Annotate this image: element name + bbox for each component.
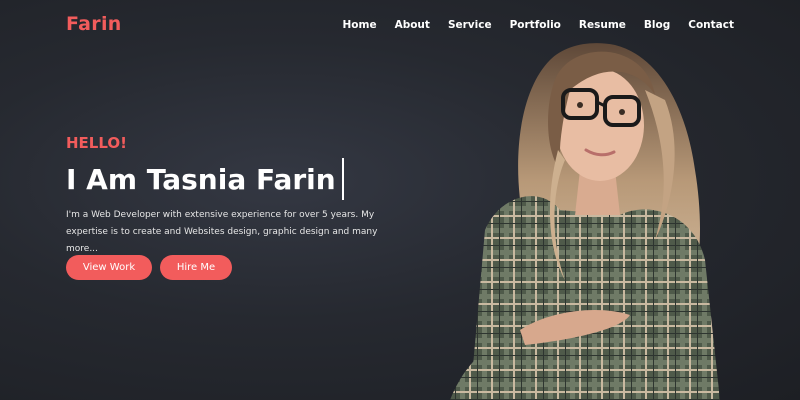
nav-service[interactable]: Service — [448, 19, 492, 31]
greeting-text: HELLO! — [66, 134, 127, 152]
nav-portfolio[interactable]: Portfolio — [510, 19, 561, 31]
nav-about[interactable]: About — [395, 19, 430, 31]
portrait-image — [450, 43, 720, 400]
hire-me-button[interactable]: Hire Me — [160, 255, 232, 280]
nav-blog[interactable]: Blog — [644, 19, 670, 31]
hero-headline: I Am Tasnia Farin — [66, 158, 344, 200]
view-work-button[interactable]: View Work — [66, 255, 152, 280]
headline-text: I Am Tasnia Farin — [66, 162, 336, 196]
logo[interactable]: Farin — [66, 13, 122, 35]
main-nav: Home About Service Portfolio Resume Blog… — [325, 19, 735, 31]
nav-home[interactable]: Home — [343, 19, 377, 31]
hero-section: Farin Home About Service Portfolio Resum… — [0, 0, 800, 400]
nav-contact[interactable]: Contact — [688, 19, 734, 31]
nav-resume[interactable]: Resume — [579, 19, 626, 31]
hero-description: I'm a Web Developer with extensive exper… — [66, 210, 378, 254]
typing-cursor — [341, 158, 344, 200]
